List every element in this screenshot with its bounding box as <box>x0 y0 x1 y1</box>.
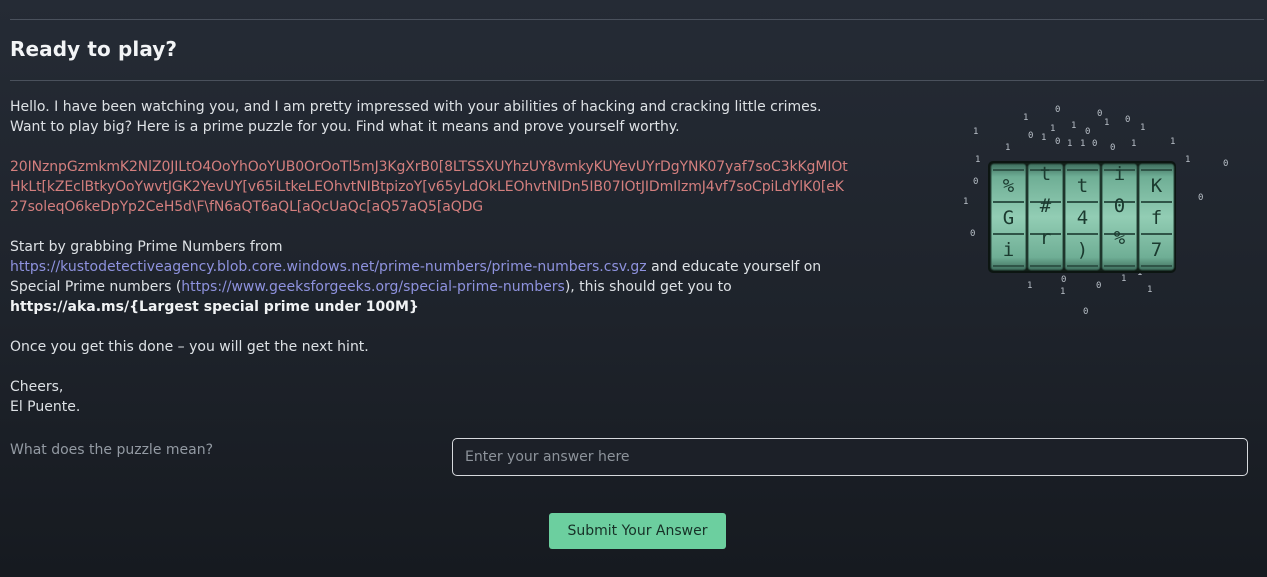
cryptex-character: r <box>1040 227 1051 249</box>
next-hint-text: Once you get this done – you will get th… <box>10 339 369 355</box>
special-primes-link[interactable]: https://www.geeksforgeeks.org/special-pr… <box>181 279 565 295</box>
svg-text:1: 1 <box>1140 123 1145 133</box>
instructions-primes-line: https://kustodetectiveagency.blob.core.w… <box>10 257 915 277</box>
svg-text:1: 1 <box>1027 281 1032 291</box>
svg-text:1: 1 <box>1147 285 1152 295</box>
svg-text:0: 0 <box>973 177 978 187</box>
cipher-line-2: HkLt[kZEclBtkyOoYwvtJGK2YevUY[v65iLtkeLE… <box>10 179 844 195</box>
puzzle-description: Hello. I have been watching you, and I a… <box>10 97 915 417</box>
svg-text:0: 0 <box>1083 307 1088 317</box>
svg-text:1: 1 <box>1023 113 1028 123</box>
signoff-name: El Puente. <box>10 399 81 415</box>
cryptex-character: f <box>1151 207 1162 229</box>
cipher-line-3: 27soleqO6keDpYp2CeH5d\F\fN6aQT6aQL[aQcUa… <box>10 199 484 215</box>
svg-text:0: 0 <box>1110 143 1115 153</box>
svg-text:1: 1 <box>1080 139 1085 149</box>
prime-numbers-link[interactable]: https://kustodetectiveagency.blob.core.w… <box>10 259 647 275</box>
svg-text:0: 0 <box>1223 159 1228 169</box>
page-title: Ready to play? <box>10 37 178 61</box>
svg-text:1: 1 <box>1185 155 1190 165</box>
svg-text:1: 1 <box>963 197 968 207</box>
svg-text:0: 0 <box>1055 105 1060 115</box>
cryptex-character: # <box>1040 195 1052 217</box>
cipher-text: 20INznpGzmkmK2NlZ0JILtO4OoYhOoYUB0OrOoTl… <box>10 157 900 217</box>
target-url-text: https://aka.ms/{Largest special prime un… <box>10 299 419 315</box>
cryptex-character: K <box>1151 175 1163 197</box>
cryptex-character: 0 <box>1114 195 1125 217</box>
cryptex-character: 7 <box>1151 239 1162 261</box>
special-prefix-text: Special Prime numbers ( <box>10 279 182 295</box>
intro-line-2: Want to play big? Here is a prime puzzle… <box>10 119 680 135</box>
cryptex-character: i <box>1003 239 1014 261</box>
cryptex-lock-icon: 100 110 101 101 101 100 111 010 100 101 … <box>955 100 1240 320</box>
cryptex-character: t <box>1077 175 1088 197</box>
svg-text:1: 1 <box>1050 124 1055 134</box>
submit-answer-button[interactable]: Submit Your Answer <box>549 513 726 549</box>
svg-text:1: 1 <box>1071 121 1076 131</box>
cryptex-character: G <box>1003 207 1014 229</box>
svg-text:0: 0 <box>1125 115 1130 125</box>
svg-text:0: 0 <box>1096 281 1101 291</box>
svg-text:0: 0 <box>1055 137 1060 147</box>
educate-text: and educate yourself on <box>651 259 822 275</box>
svg-text:0: 0 <box>1092 139 1097 149</box>
instructions-start: Start by grabbing Prime Numbers from <box>10 239 283 255</box>
cryptex-character: 4 <box>1077 207 1088 229</box>
cryptex-character: % <box>1114 227 1126 249</box>
cryptex-character: i <box>1114 163 1125 185</box>
special-suffix-text: ), this should get you to <box>564 279 732 295</box>
signoff-greeting: Cheers, <box>10 379 64 395</box>
svg-text:1: 1 <box>1067 139 1072 149</box>
svg-text:0: 0 <box>1028 131 1033 141</box>
answer-input[interactable] <box>452 438 1248 476</box>
svg-text:1: 1 <box>975 155 980 165</box>
svg-text:1: 1 <box>1060 287 1065 297</box>
svg-text:1: 1 <box>973 127 978 137</box>
svg-text:1: 1 <box>1005 143 1010 153</box>
svg-text:0: 0 <box>1061 275 1066 285</box>
question-label: What does the puzzle mean? <box>10 442 214 458</box>
cipher-line-1: 20INznpGzmkmK2NlZ0JILtO4OoYhOoYUB0OrOoTl… <box>10 159 848 175</box>
instructions-special-line: Special Prime numbers (https://www.geeks… <box>10 277 915 297</box>
svg-text:1: 1 <box>1104 118 1109 128</box>
top-divider <box>10 19 1264 20</box>
svg-text:0: 0 <box>1085 127 1090 137</box>
svg-text:0: 0 <box>1097 109 1102 119</box>
svg-text:0: 0 <box>970 229 975 239</box>
svg-text:1: 1 <box>1041 133 1046 143</box>
intro-line-1: Hello. I have been watching you, and I a… <box>10 99 822 115</box>
cryptex-character: % <box>1003 175 1015 197</box>
cryptex-character: ) <box>1077 239 1088 261</box>
cryptex-character: t <box>1040 163 1051 185</box>
svg-text:1: 1 <box>1170 137 1175 147</box>
svg-text:0: 0 <box>1198 193 1203 203</box>
svg-text:1: 1 <box>1131 139 1136 149</box>
svg-text:1: 1 <box>1121 274 1126 284</box>
title-divider <box>10 80 1264 81</box>
